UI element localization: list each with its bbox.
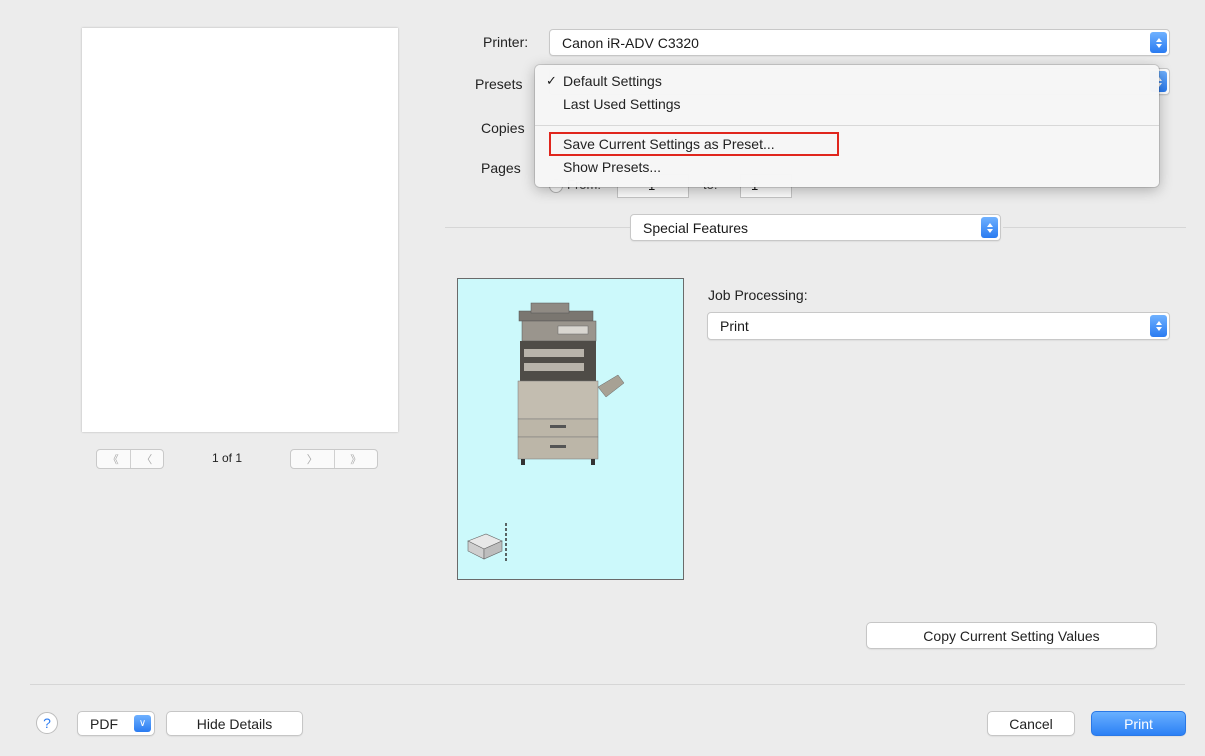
up-down-arrows-icon — [981, 217, 998, 238]
pager-back-group: 《 〈 — [96, 449, 164, 469]
chevron-down-icon: ∨ — [134, 715, 151, 732]
printer-select-value: Canon iR-ADV C3320 — [562, 34, 699, 51]
checkmark-icon: ✓ — [546, 73, 557, 88]
up-down-arrows-icon — [1150, 32, 1167, 53]
job-processing-select[interactable]: Print — [707, 312, 1170, 340]
menu-item-save-preset[interactable]: Save Current Settings as Preset... — [563, 136, 775, 152]
paper-stack-icon — [467, 523, 507, 561]
page-preview — [82, 28, 398, 432]
panel-select[interactable]: Special Features — [630, 214, 1001, 241]
menu-item-last-used-settings[interactable]: Last Used Settings — [563, 96, 681, 112]
printer-image-panel — [457, 278, 684, 580]
separator-left — [445, 227, 630, 228]
help-button[interactable]: ? — [36, 712, 58, 734]
copies-label: Copies — [481, 120, 525, 136]
presets-label: Presets — [475, 76, 523, 92]
up-down-arrows-icon — [1150, 315, 1167, 337]
presets-menu: ✓ Default Settings Last Used Settings Sa… — [535, 65, 1159, 187]
menu-item-show-presets[interactable]: Show Presets... — [563, 159, 661, 175]
page-count: 1 of 1 — [212, 451, 243, 465]
copy-current-setting-values-button[interactable]: Copy Current Setting Values — [866, 622, 1157, 649]
separator-right — [1003, 227, 1186, 228]
pager-forward-group: 〉 》 — [290, 449, 378, 469]
menu-item-default-settings[interactable]: Default Settings — [563, 73, 662, 89]
printer-illustration — [467, 302, 625, 561]
double-chevron-left-icon[interactable]: 《 — [97, 450, 130, 468]
chevron-right-icon[interactable]: 〉 — [291, 450, 334, 468]
chevron-left-icon[interactable]: 〈 — [129, 450, 164, 468]
panel-select-value: Special Features — [643, 219, 749, 236]
footer-separator — [30, 684, 1185, 685]
print-button[interactable]: Print — [1091, 711, 1186, 736]
job-processing-label: Job Processing: — [708, 287, 808, 303]
pdf-button[interactable]: PDF ∨ — [77, 711, 155, 736]
printer-select[interactable]: Canon iR-ADV C3320 — [549, 29, 1170, 56]
job-processing-value: Print — [720, 318, 749, 334]
double-chevron-right-icon[interactable]: 》 — [333, 450, 378, 468]
cancel-button[interactable]: Cancel — [987, 711, 1075, 736]
pages-label: Pages — [481, 160, 521, 176]
hide-details-button[interactable]: Hide Details — [166, 711, 303, 736]
pdf-button-label: PDF — [90, 715, 118, 732]
menu-separator — [535, 125, 1159, 126]
printer-label: Printer: — [483, 34, 529, 50]
